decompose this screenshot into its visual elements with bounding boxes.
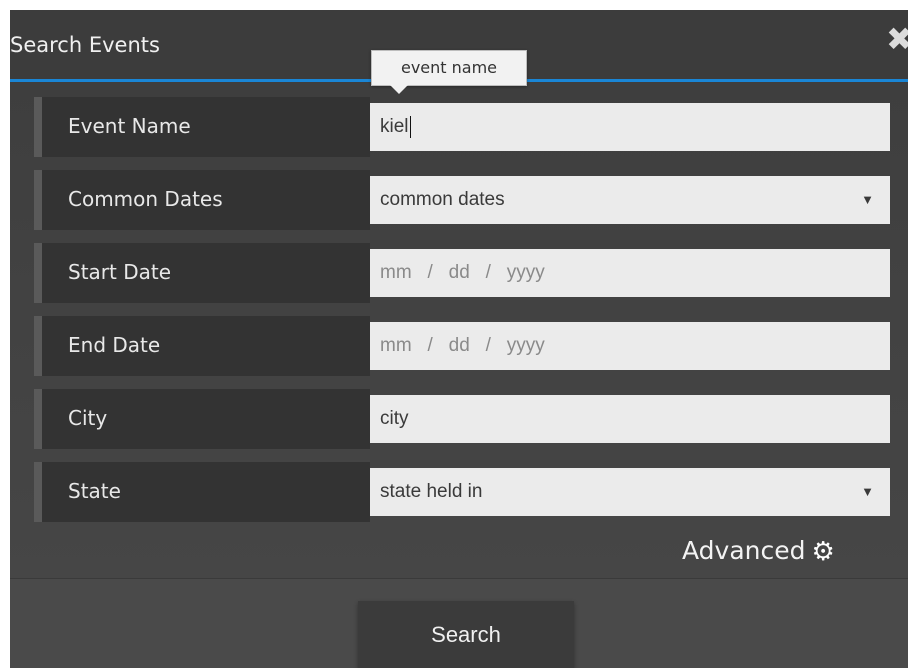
row-accent — [34, 170, 42, 230]
date-separator: / — [485, 335, 491, 356]
row-city: City city — [34, 389, 890, 449]
end-date-yyyy: yyyy — [506, 335, 545, 356]
label-cell: Start Date — [42, 243, 370, 303]
row-accent — [34, 462, 42, 522]
search-button[interactable]: Search — [358, 601, 574, 668]
common-dates-label: Common Dates — [68, 187, 223, 211]
label-cell: End Date — [42, 316, 370, 376]
start-date-yyyy: yyyy — [506, 262, 545, 283]
city-value: city — [380, 408, 409, 429]
start-date-dd: dd — [448, 262, 470, 283]
row-accent — [34, 389, 42, 449]
label-cell: City — [42, 389, 370, 449]
event-name-input[interactable]: kiel — [370, 103, 890, 151]
end-date-dd: dd — [448, 335, 470, 356]
event-name-label: Event Name — [68, 114, 191, 138]
row-start-date: Start Date mm / dd / yyyy — [34, 243, 890, 303]
row-state: State state held in ▼ — [34, 462, 890, 522]
row-accent — [34, 243, 42, 303]
gear-icon: ⚙ — [811, 537, 835, 567]
event-name-text: kiel — [380, 116, 409, 137]
date-separator: / — [485, 262, 491, 283]
end-date-mm: mm — [380, 335, 412, 356]
start-date-input[interactable]: mm / dd / yyyy — [370, 249, 890, 297]
row-common-dates: Common Dates common dates ▼ — [34, 170, 890, 230]
state-label: State — [68, 479, 121, 503]
advanced-label: Advanced — [682, 536, 806, 565]
date-separator: / — [427, 262, 433, 283]
label-cell: State — [42, 462, 370, 522]
event-name-value: kiel — [380, 103, 411, 151]
start-date-label: Start Date — [68, 260, 172, 284]
state-select[interactable]: state held in ▼ — [370, 468, 890, 516]
row-end-date: End Date mm / dd / yyyy — [34, 316, 890, 376]
common-dates-value: common dates — [380, 189, 505, 210]
end-date-input[interactable]: mm / dd / yyyy — [370, 322, 890, 370]
city-label: City — [68, 406, 108, 430]
state-value: state held in — [380, 481, 483, 502]
tooltip-arrow — [390, 85, 408, 94]
row-accent — [34, 97, 42, 157]
tooltip-text: event name — [400, 58, 498, 77]
dialog-footer: Search — [10, 578, 908, 668]
search-events-dialog: Search Events ✖ event name Event Name ki… — [10, 10, 908, 668]
advanced-link[interactable]: Advanced ⚙ — [682, 534, 835, 569]
chevron-down-icon: ▼ — [861, 192, 874, 207]
chevron-down-icon: ▼ — [861, 484, 874, 499]
close-icon[interactable]: ✖ — [886, 22, 908, 56]
end-date-placeholder: mm / dd / yyyy — [380, 322, 545, 370]
row-accent — [34, 316, 42, 376]
label-cell: Common Dates — [42, 170, 370, 230]
text-caret — [409, 115, 411, 138]
dialog-title: Search Events — [10, 33, 160, 57]
row-event-name: Event Name kiel — [34, 97, 890, 157]
date-separator: / — [427, 335, 433, 356]
event-name-tooltip: event name — [371, 50, 527, 94]
common-dates-select[interactable]: common dates ▼ — [370, 176, 890, 224]
city-input[interactable]: city — [370, 395, 890, 443]
start-date-mm: mm — [380, 262, 412, 283]
start-date-placeholder: mm / dd / yyyy — [380, 249, 545, 297]
end-date-label: End Date — [68, 333, 161, 357]
label-cell: Event Name — [42, 97, 370, 157]
